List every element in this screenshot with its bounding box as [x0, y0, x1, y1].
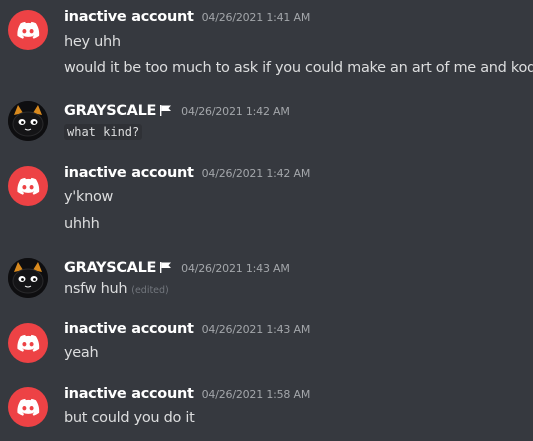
user-avatar[interactable] [8, 323, 48, 363]
message-text: what kind? [64, 124, 143, 140]
timestamp[interactable]: 04/26/2021 1:43 AM [202, 323, 311, 336]
flag-icon [159, 101, 173, 120]
message-header: inactive account 04/26/2021 1:58 AM [64, 386, 310, 406]
message-text: would it be too much to ask if you could… [64, 60, 533, 76]
timestamp[interactable]: 04/26/2021 1:42 AM [202, 167, 311, 180]
username[interactable]: inactive account [64, 321, 194, 337]
timestamp[interactable]: 04/26/2021 1:42 AM [181, 105, 290, 118]
discord-logo-icon [17, 177, 40, 195]
message-header: inactive account 04/26/2021 1:42 AM [64, 165, 310, 185]
discord-logo-icon [17, 21, 40, 39]
user-avatar[interactable] [8, 258, 48, 298]
message-text: uhhh [64, 216, 100, 232]
timestamp[interactable]: 04/26/2021 1:58 AM [202, 388, 311, 401]
timestamp[interactable]: 04/26/2021 1:43 AM [181, 262, 290, 275]
message-text: nsfw huh (edited) [64, 281, 169, 297]
username[interactable]: inactive account [64, 386, 194, 402]
timestamp[interactable]: 04/26/2021 1:41 AM [202, 11, 311, 24]
user-avatar[interactable] [8, 10, 48, 50]
username[interactable]: GRAYSCALE [64, 103, 156, 119]
message-text: yeah [64, 345, 99, 361]
username[interactable]: inactive account [64, 9, 194, 25]
message-header: inactive account 04/26/2021 1:43 AM [64, 321, 310, 341]
discord-logo-icon [17, 334, 40, 352]
chat-message-list: inactive account 04/26/2021 1:41 AM hey … [0, 0, 533, 441]
message-text: hey uhh [64, 34, 121, 50]
user-avatar[interactable] [8, 166, 48, 206]
inline-code: what kind? [64, 124, 143, 140]
black-cat-avatar [8, 101, 48, 141]
message-text: but could you do it [64, 410, 195, 426]
flag-icon [159, 258, 173, 277]
user-avatar[interactable] [8, 101, 48, 141]
message-header: inactive account 04/26/2021 1:41 AM [64, 9, 310, 29]
message-header: GRAYSCALE 04/26/2021 1:42 AM [64, 100, 290, 120]
message-text: y'know [64, 189, 114, 205]
black-cat-avatar [8, 258, 48, 298]
username[interactable]: inactive account [64, 165, 194, 181]
edited-label[interactable]: (edited) [131, 285, 169, 296]
message-content: nsfw huh [64, 281, 128, 297]
username[interactable]: GRAYSCALE [64, 260, 156, 276]
discord-logo-icon [17, 398, 40, 416]
user-avatar[interactable] [8, 387, 48, 427]
message-header: GRAYSCALE 04/26/2021 1:43 AM [64, 257, 290, 277]
